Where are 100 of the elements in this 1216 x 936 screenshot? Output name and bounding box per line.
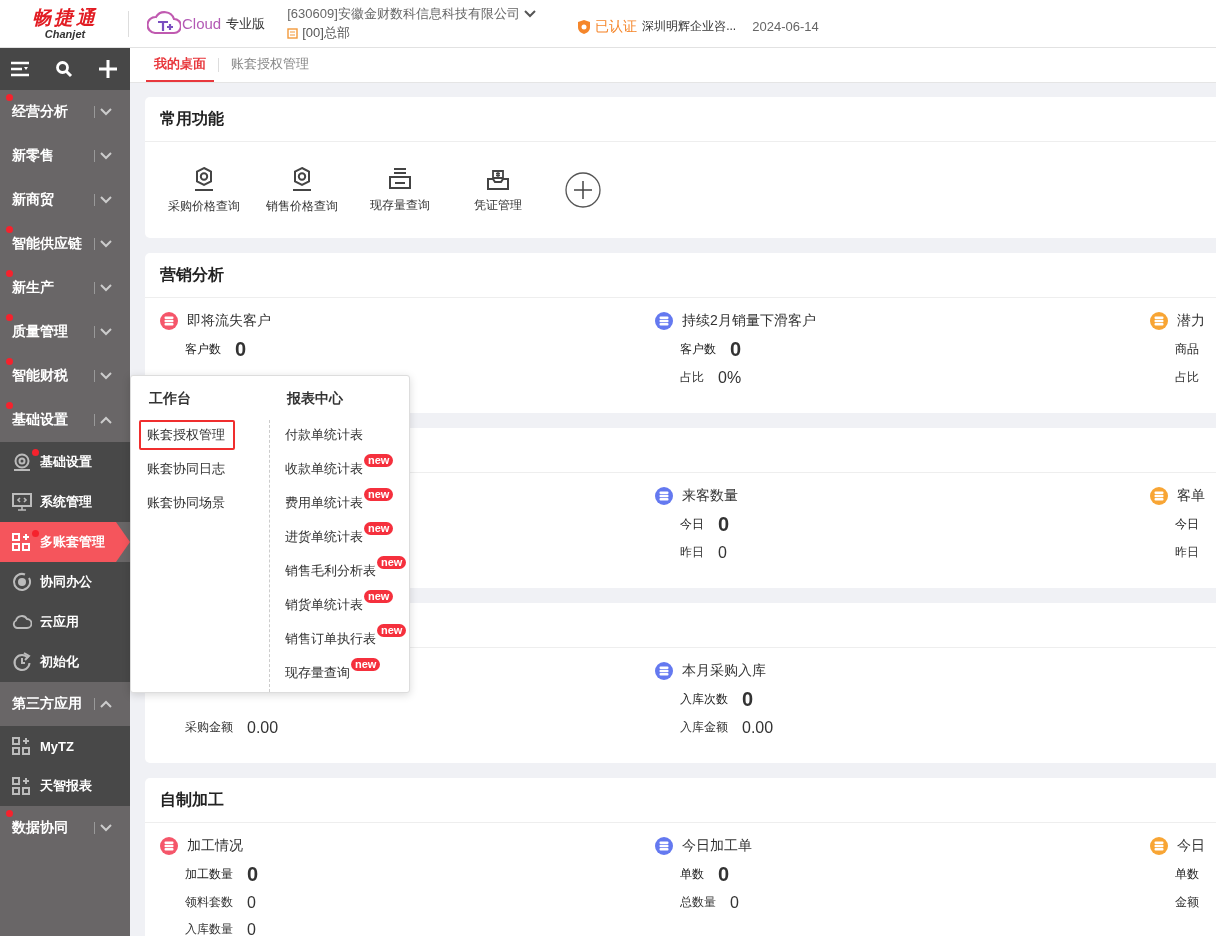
edition-label: 专业版 xyxy=(226,14,266,33)
metric-label: 昨日 xyxy=(1175,544,1199,561)
metric-value: 0 xyxy=(730,893,739,912)
metric-label: 金额 xyxy=(1175,894,1199,911)
menu-item[interactable]: 账套协同日志 xyxy=(139,454,235,484)
shortcut-item[interactable]: 销售价格查询 xyxy=(253,165,351,215)
new-badge: new xyxy=(351,657,381,671)
new-badge: new xyxy=(377,623,407,637)
metric-value: 0 xyxy=(742,688,754,711)
new-badge: new xyxy=(377,555,407,569)
metric-value: 0 xyxy=(718,513,730,536)
metric-label: 领料套数 xyxy=(185,894,233,911)
new-badge: new xyxy=(364,521,394,535)
menu-item[interactable]: 销售订单执行表 xyxy=(285,630,376,648)
shortcut-item[interactable]: 凭证管理 xyxy=(449,166,547,214)
certifier-name: 深圳明辉企业咨... xyxy=(642,18,737,35)
shortcut-item[interactable]: 采购价格查询 xyxy=(155,165,253,215)
metric-label: 昨日 xyxy=(680,544,704,561)
tab[interactable]: 账套授权管理 xyxy=(223,48,317,82)
apps-icon xyxy=(12,737,30,755)
branch-label: [00]总部 xyxy=(302,24,350,42)
metric-value: 0 xyxy=(247,893,256,912)
metric-label: 占比 xyxy=(680,369,704,386)
metric-title: 本月采购入库 xyxy=(682,662,766,680)
menu-heading: 工作台 xyxy=(149,389,192,408)
tab[interactable]: 我的桌面 xyxy=(146,48,214,82)
menu-heading: 报表中心 xyxy=(287,389,344,408)
menu-item[interactable]: 现存量查询 xyxy=(285,664,350,682)
metric-title: 加工情况 xyxy=(187,837,243,855)
metric-label: 入库金额 xyxy=(680,719,728,736)
metric-label: 客户数 xyxy=(680,341,716,358)
company-selector[interactable]: [630609]安徽金财数科信息科技有限公司 xyxy=(287,5,520,23)
chevron-down-icon[interactable] xyxy=(523,10,536,18)
menu-item[interactable]: 付款单统计表 xyxy=(285,426,363,444)
menu-item[interactable]: 销货单统计表 xyxy=(285,596,363,614)
gear-icon xyxy=(192,165,216,192)
metric-title: 今日加工单 xyxy=(682,837,752,855)
sidebar-item[interactable]: 天智报表 xyxy=(0,766,130,806)
metric-value: 0.00 xyxy=(247,718,279,737)
metric-value: 0% xyxy=(718,368,742,387)
chevron-up-icon[interactable] xyxy=(100,416,112,424)
search-icon[interactable] xyxy=(55,60,73,78)
metric-label: 入库数量 xyxy=(185,921,233,936)
metric-label: 客户数 xyxy=(185,341,221,358)
certified-label: 已认证 xyxy=(595,17,638,36)
metric-label: 商品 xyxy=(1175,341,1199,358)
cloud-logo-icon xyxy=(147,10,181,37)
brand-logo: 畅捷通 xyxy=(32,7,98,28)
target-icon xyxy=(12,572,32,592)
section-title: 自制加工 xyxy=(160,789,224,810)
shield-icon xyxy=(577,18,592,35)
metric-label: 加工数量 xyxy=(185,866,233,883)
metric-label: 采购金额 xyxy=(185,719,233,736)
date-label: 2024-06-14 xyxy=(752,19,819,34)
metric-value: 0 xyxy=(235,338,247,361)
cloud-icon xyxy=(12,614,32,630)
menu-item[interactable]: 账套授权管理 xyxy=(139,420,235,450)
metric-value: 0.00 xyxy=(742,718,774,737)
metric-label: 占比 xyxy=(1175,369,1199,386)
printer-icon xyxy=(388,166,412,191)
sidebar-item[interactable]: 初始化 xyxy=(0,642,130,682)
menu-item[interactable]: 进货单统计表 xyxy=(285,528,363,546)
gear-icon xyxy=(12,452,32,472)
metric-label: 单数 xyxy=(680,866,704,883)
gear-icon xyxy=(290,165,314,192)
menu-item[interactable]: 销售毛利分析表 xyxy=(285,562,376,580)
metric-title: 客单 xyxy=(1177,487,1205,505)
sidebar-item[interactable]: 协同办公 xyxy=(0,562,130,602)
menu-item[interactable]: 收款单统计表 xyxy=(285,460,363,478)
metric-value: 0 xyxy=(718,863,730,886)
metric-title: 即将流失客户 xyxy=(187,312,271,330)
apps-icon xyxy=(12,533,30,551)
metric-label: 今日 xyxy=(1175,516,1199,533)
brand-logo-subtitle: Chanjet xyxy=(44,27,86,40)
new-badge: new xyxy=(364,589,394,603)
sidebar-item[interactable]: MyTZ xyxy=(0,726,130,766)
monitor-icon xyxy=(12,492,32,512)
metric-title: 来客数量 xyxy=(682,487,738,505)
menu-item[interactable]: 账套协同场景 xyxy=(139,488,235,518)
metric-label: 今日 xyxy=(680,516,704,533)
menu-item[interactable]: 费用单统计表 xyxy=(285,494,363,512)
metric-title: 潜力 xyxy=(1177,312,1205,330)
apps-icon xyxy=(12,777,30,795)
metric-value: 0 xyxy=(247,920,256,936)
metric-value: 0 xyxy=(247,863,259,886)
metric-label: 单数 xyxy=(1175,866,1199,883)
metric-label: 入库次数 xyxy=(680,691,728,708)
sidebar-item[interactable]: 系统管理 xyxy=(0,482,130,522)
metric-value: 0 xyxy=(730,338,742,361)
chevron-up-icon[interactable] xyxy=(100,700,112,708)
metric-title: 今日 xyxy=(1177,837,1205,855)
add-shortcut-button[interactable] xyxy=(565,172,601,208)
add-icon[interactable] xyxy=(98,59,118,79)
menu-icon[interactable] xyxy=(10,61,30,77)
sidebar-item[interactable]: 云应用 xyxy=(0,602,130,642)
product-name: Cloud xyxy=(182,15,222,32)
metric-title: 持续2月销量下滑客户 xyxy=(682,312,816,330)
sidebar-item[interactable]: 基础设置 xyxy=(0,442,130,482)
metric-value: 0 xyxy=(718,543,727,562)
shortcut-item[interactable]: 现存量查询 xyxy=(351,166,449,214)
